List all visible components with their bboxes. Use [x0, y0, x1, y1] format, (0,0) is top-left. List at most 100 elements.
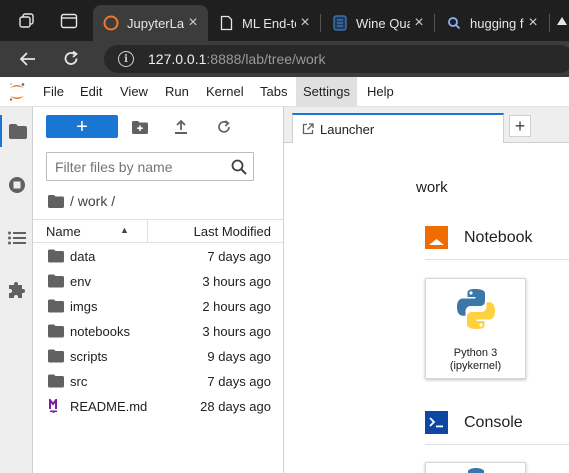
- tab-overflow-icon[interactable]: [554, 10, 569, 32]
- url-field[interactable]: i 127.0.0.1:8888/lab/tree/work: [104, 45, 569, 73]
- browser-tab-huggingface[interactable]: hugging face ×: [436, 5, 548, 41]
- file-name: scripts: [70, 349, 108, 364]
- browser-tab-title: hugging face: [470, 15, 524, 31]
- filter-input[interactable]: [55, 158, 225, 175]
- breadcrumb[interactable]: / work /: [48, 191, 115, 211]
- tab-actions-icon[interactable]: [58, 10, 80, 32]
- tab-divider: [549, 14, 550, 32]
- browser-tab-title: Wine Quality: [356, 15, 410, 31]
- search-icon: [446, 15, 462, 31]
- close-icon[interactable]: ×: [410, 14, 428, 32]
- refresh-icon[interactable]: [213, 116, 235, 138]
- column-resize-handle[interactable]: [147, 220, 148, 242]
- file-name: notebooks: [70, 324, 130, 339]
- file-modified: 2 hours ago: [202, 299, 271, 314]
- file-row-env[interactable]: env 3 hours ago: [33, 269, 283, 294]
- menu-file[interactable]: File: [36, 77, 71, 107]
- add-tab-button[interactable]: +: [509, 115, 531, 137]
- folder-icon: [48, 324, 64, 338]
- modified-column-header[interactable]: Last Modified: [194, 224, 271, 239]
- file-row-src[interactable]: src 7 days ago: [33, 369, 283, 394]
- menubar: File Edit View Run Kernel Tabs Settings …: [0, 77, 569, 107]
- section-label: Console: [464, 413, 523, 431]
- folder-icon[interactable]: [0, 115, 33, 147]
- file-browser: + / work / Name ▲ Last Modified data 7 d…: [33, 107, 284, 473]
- browser-tab-title: JupyterLab: [127, 15, 184, 31]
- markdown-icon: [49, 399, 57, 413]
- filter-field[interactable]: [46, 152, 254, 181]
- breadcrumb-path[interactable]: / work /: [70, 193, 115, 209]
- new-launcher-button[interactable]: +: [46, 115, 118, 138]
- python3-console-card[interactable]: [425, 462, 526, 473]
- dataset-icon: [332, 15, 348, 31]
- browser-tab-strip: JupyterLab × ML End-to-End × Wine Qualit…: [0, 0, 569, 41]
- close-icon[interactable]: ×: [184, 14, 202, 32]
- browser-tab-wine[interactable]: Wine Quality ×: [322, 5, 434, 41]
- running-kernels-icon[interactable]: [0, 169, 33, 201]
- file-modified: 7 days ago: [207, 374, 271, 389]
- folder-icon: [48, 249, 64, 263]
- info-icon[interactable]: i: [118, 51, 134, 67]
- section-label: Notebook: [464, 228, 533, 246]
- file-modified: 28 days ago: [200, 399, 271, 414]
- python3-notebook-card[interactable]: Python 3 (ipykernel): [425, 278, 526, 379]
- menu-tabs[interactable]: Tabs: [253, 77, 294, 107]
- menu-help[interactable]: Help: [360, 77, 401, 107]
- kernel-subtitle: (ipykernel): [449, 360, 502, 372]
- tab-launcher[interactable]: Launcher: [292, 113, 504, 143]
- browser-tab-ml[interactable]: ML End-to-End ×: [208, 5, 320, 41]
- url-path: :8888/lab/tree/work: [206, 51, 326, 67]
- reload-icon[interactable]: [60, 48, 82, 70]
- file-row-scripts[interactable]: scripts 9 days ago: [33, 344, 283, 369]
- notebook-icon: [425, 226, 448, 249]
- url-host: 127.0.0.1: [148, 51, 207, 67]
- jupyter-logo-icon: [9, 83, 25, 101]
- activity-bar: [0, 107, 33, 473]
- close-icon[interactable]: ×: [524, 14, 542, 32]
- main-area: Launcher + work Notebook Python 3 (ipyke…: [284, 107, 569, 473]
- menu-edit[interactable]: Edit: [73, 77, 109, 107]
- folder-icon: [48, 374, 64, 388]
- browser-tab-jupyterlab[interactable]: JupyterLab ×: [93, 5, 208, 41]
- extensions-icon[interactable]: [0, 275, 33, 307]
- page-icon: [218, 15, 234, 31]
- upload-icon[interactable]: [170, 116, 192, 138]
- tab-divider: [320, 14, 321, 32]
- tab-divider: [434, 14, 435, 32]
- name-column-header[interactable]: Name: [46, 224, 81, 239]
- jupyter-icon: [103, 15, 119, 31]
- menu-settings[interactable]: Settings: [296, 77, 357, 107]
- notebook-section-header: Notebook: [425, 226, 533, 249]
- workspaces-icon[interactable]: [16, 10, 38, 32]
- folder-icon: [48, 349, 64, 363]
- file-modified: 3 hours ago: [202, 324, 271, 339]
- file-row-readme[interactable]: README.md 28 days ago: [33, 394, 283, 419]
- table-of-contents-icon[interactable]: [0, 222, 33, 254]
- file-row-data[interactable]: data 7 days ago: [33, 244, 283, 269]
- file-row-notebooks[interactable]: notebooks 3 hours ago: [33, 319, 283, 344]
- python-logo-icon: [457, 289, 495, 329]
- menu-kernel[interactable]: Kernel: [199, 77, 251, 107]
- address-bar: i 127.0.0.1:8888/lab/tree/work: [0, 41, 569, 77]
- section-divider: [425, 259, 569, 260]
- console-icon: [425, 411, 448, 434]
- file-modified: 3 hours ago: [202, 274, 271, 289]
- back-arrow-icon[interactable]: [17, 48, 39, 70]
- file-name: src: [70, 374, 88, 389]
- tab-label: Launcher: [320, 121, 375, 137]
- section-divider: [425, 444, 569, 445]
- folder-icon: [48, 299, 64, 313]
- file-list: data 7 days ago env 3 hours ago imgs 2 h…: [33, 244, 283, 419]
- menu-view[interactable]: View: [113, 77, 155, 107]
- file-row-imgs[interactable]: imgs 2 hours ago: [33, 294, 283, 319]
- python-logo-icon: [468, 468, 484, 473]
- file-name: imgs: [70, 299, 98, 314]
- console-section-header: Console: [425, 411, 523, 434]
- folder-icon: [48, 194, 64, 208]
- file-name: env: [70, 274, 91, 289]
- search-icon: [231, 159, 247, 175]
- menu-run[interactable]: Run: [158, 77, 196, 107]
- new-folder-icon[interactable]: [129, 116, 151, 138]
- close-icon[interactable]: ×: [296, 14, 314, 32]
- launcher-icon: [302, 123, 314, 135]
